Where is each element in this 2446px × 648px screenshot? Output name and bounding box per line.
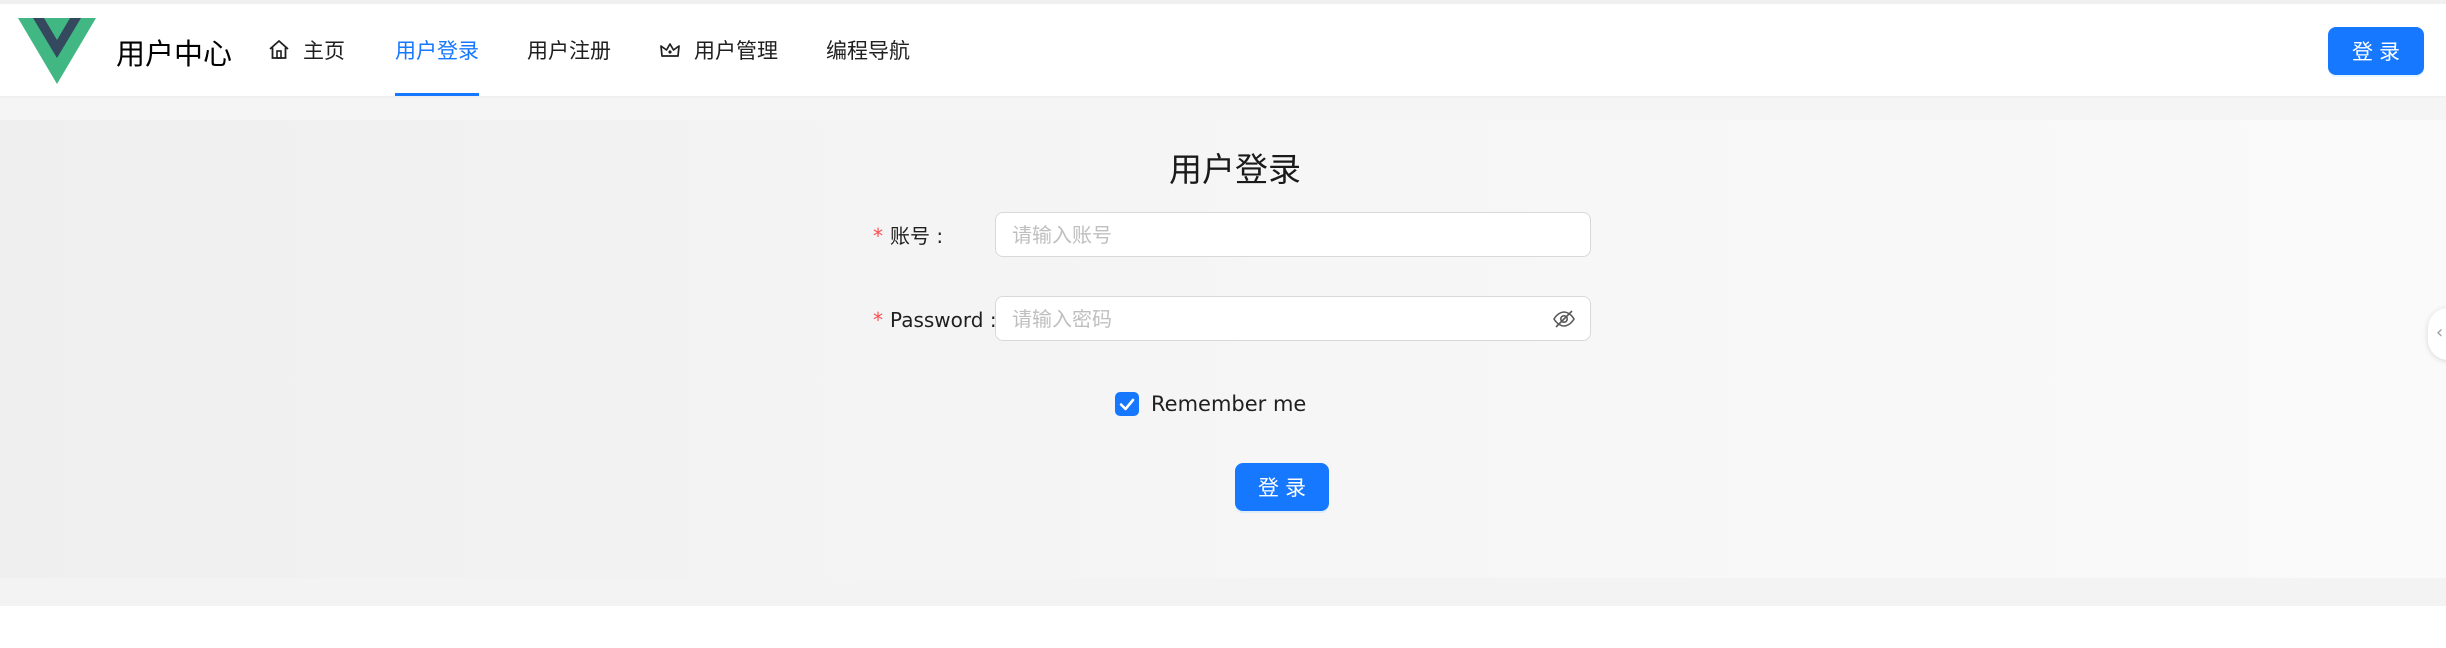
nav-label-user-manage: 用户管理 xyxy=(694,39,778,63)
nav-label-user-login: 用户登录 xyxy=(395,39,479,63)
account-label: * 账号 : xyxy=(872,224,944,248)
password-field xyxy=(995,296,1591,341)
form-title: 用户登录 xyxy=(1169,150,1301,189)
nav-item-user-login[interactable]: 用户登录 xyxy=(395,4,479,96)
nav-item-programming-nav[interactable]: 编程导航 xyxy=(826,4,910,96)
nav-item-home[interactable]: 主页 xyxy=(267,4,345,96)
nav-item-user-manage[interactable]: 用户管理 xyxy=(658,4,778,96)
chevron-left-icon: ‹ xyxy=(2436,322,2444,343)
eye-invisible-icon[interactable] xyxy=(1552,307,1576,331)
vue-logo-icon xyxy=(18,18,96,84)
page-bottom xyxy=(0,606,2446,648)
app-title: 用户中心 xyxy=(116,37,233,71)
nav-item-user-register[interactable]: 用户注册 xyxy=(527,4,611,96)
nav-label-user-register: 用户注册 xyxy=(527,39,611,63)
home-icon xyxy=(269,40,289,59)
header-login-button[interactable]: 登录 xyxy=(2328,27,2424,75)
required-mark: * xyxy=(872,308,885,332)
password-input[interactable] xyxy=(996,297,1536,340)
required-mark: * xyxy=(872,224,885,248)
check-icon xyxy=(1119,398,1135,411)
nav-label-home: 主页 xyxy=(303,39,345,63)
header: 用户中心 xyxy=(0,4,2446,98)
crown-icon xyxy=(660,43,680,57)
remember-label[interactable]: Remember me xyxy=(1151,389,1306,419)
content-gap xyxy=(0,98,2446,120)
remember-checkbox[interactable] xyxy=(1115,392,1139,416)
account-input[interactable] xyxy=(995,212,1591,257)
nav-label-programming-nav: 编程导航 xyxy=(826,39,910,63)
password-label: * Password : xyxy=(872,308,997,332)
footer-band xyxy=(0,578,2446,606)
login-submit-button[interactable]: 登录 xyxy=(1235,463,1329,511)
